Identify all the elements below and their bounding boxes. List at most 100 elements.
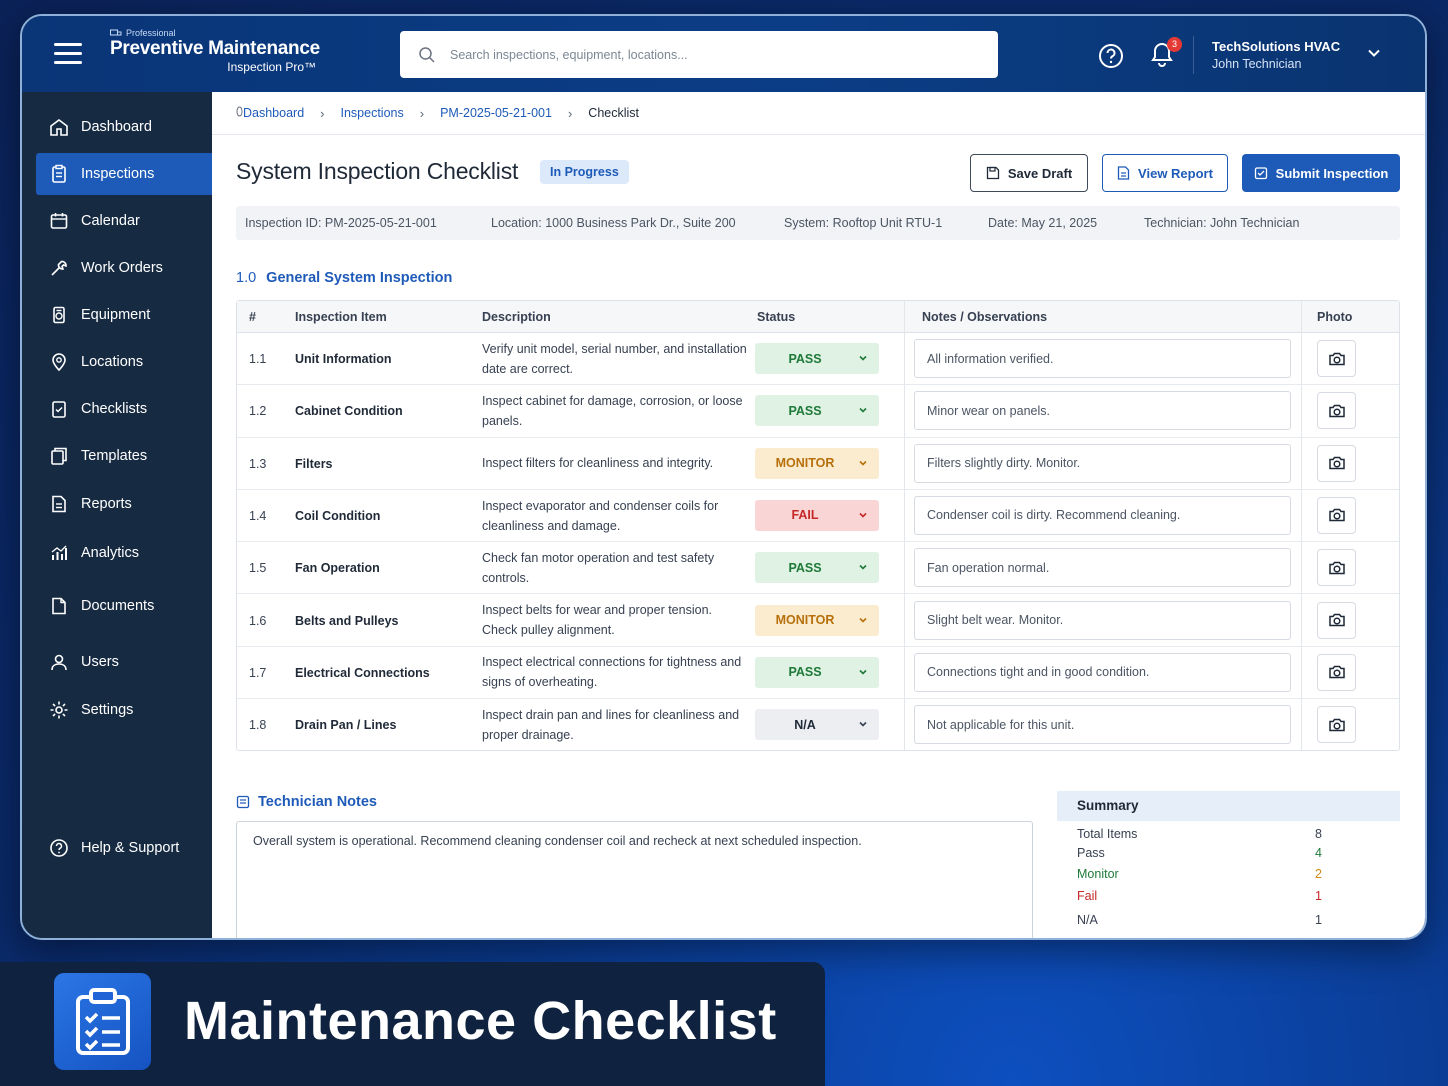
notes-input[interactable]: Not applicable for this unit. xyxy=(914,705,1291,745)
technician-notes-title: Technician Notes xyxy=(236,794,377,810)
sidebar-item-users[interactable]: Users xyxy=(36,641,212,683)
sidebar-item-help[interactable]: Help & Support xyxy=(36,827,212,869)
sidebar-item-locations[interactable]: Locations xyxy=(36,341,212,383)
inspection-info-bar: Inspection ID: PM-2025-05-21-001 Locatio… xyxy=(236,206,1400,240)
notes-input[interactable]: Slight belt wear. Monitor. xyxy=(914,600,1291,640)
sidebar-item-label: Analytics xyxy=(81,545,140,561)
camera-button[interactable] xyxy=(1317,496,1356,534)
notes-input[interactable]: Fan operation normal. xyxy=(914,548,1291,588)
sidebar-item-label: Work Orders xyxy=(81,260,163,276)
camera-button[interactable] xyxy=(1317,549,1356,587)
row-description: Inspect drain pan and lines for cleanlin… xyxy=(482,708,740,743)
feature-banner: Maintenance Checklist xyxy=(0,962,825,1086)
status-select[interactable]: PASS xyxy=(755,343,879,374)
sidebar-item-templates[interactable]: Templates xyxy=(36,435,212,477)
technician-notes-textarea[interactable]: Overall system is operational. Recommend… xyxy=(236,821,1033,938)
col-header-item: Inspection Item xyxy=(295,310,387,324)
sidebar-item-checklists[interactable]: Checklists xyxy=(36,388,212,430)
divider xyxy=(1193,36,1194,74)
table-row: 1.6 Belts and Pulleys Inspect belts for we… xyxy=(237,595,1399,647)
sidebar-item-documents[interactable]: Documents xyxy=(36,585,212,627)
sidebar-item-reports[interactable]: Reports xyxy=(36,483,212,525)
chevron-down-icon[interactable] xyxy=(1367,46,1381,60)
col-header-desc: Description xyxy=(482,310,551,324)
sidebar-item-equipment[interactable]: Equipment xyxy=(36,294,212,336)
notes-input[interactable]: Minor wear on panels. xyxy=(914,391,1291,431)
submit-inspection-label: Submit Inspection xyxy=(1275,165,1389,181)
sidebar-item-label: Calendar xyxy=(81,213,140,229)
sidebar-item-analytics[interactable]: Analytics xyxy=(36,532,212,574)
sidebar-item-inspections[interactable]: Inspections xyxy=(36,153,212,195)
row-item: Filters xyxy=(295,456,333,471)
sidebar-item-label: Equipment xyxy=(81,307,151,323)
camera-button[interactable] xyxy=(1317,340,1356,377)
row-number: 1.5 xyxy=(249,561,267,576)
row-item: Belts and Pulleys xyxy=(295,613,399,628)
camera-button[interactable] xyxy=(1317,601,1356,639)
view-report-button[interactable]: View Report xyxy=(1102,154,1228,192)
col-header-notes: Notes / Observations xyxy=(922,310,1048,324)
brand-title: Preventive Maintenance xyxy=(110,38,320,59)
summary-value: 4 xyxy=(1315,846,1322,860)
summary-label: Fail xyxy=(1077,889,1098,903)
section-title: 1.0 General System Inspection xyxy=(236,270,452,286)
menu-icon[interactable] xyxy=(54,43,82,65)
row-item: Drain Pan / Lines xyxy=(295,718,397,733)
section-name: General System Inspection xyxy=(266,270,453,286)
status-select[interactable]: FAIL xyxy=(755,499,879,531)
breadcrumb-inspections[interactable]: Inspections xyxy=(341,106,404,120)
breadcrumb-separator-icon: › xyxy=(320,105,325,121)
search-input[interactable]: Search inspections, equipment, locations… xyxy=(400,31,998,78)
notes-input[interactable]: Filters slightly dirty. Monitor. xyxy=(914,443,1291,483)
notes-input[interactable]: Condenser coil is dirty. Recommend clean… xyxy=(914,495,1291,535)
camera-button[interactable] xyxy=(1317,653,1356,691)
status-select[interactable]: PASS xyxy=(755,656,879,688)
col-header-photo: Photo xyxy=(1317,310,1353,324)
search-placeholder: Search inspections, equipment, locations… xyxy=(450,47,688,62)
clipboard-icon xyxy=(48,163,70,185)
summary-value: 1 xyxy=(1315,889,1322,903)
help-icon[interactable] xyxy=(1098,43,1124,69)
status-select[interactable]: MONITOR xyxy=(755,447,879,479)
table-row: 1.7 Electrical Connections Inspect electri… xyxy=(237,647,1399,700)
status-badge: In Progress xyxy=(540,160,629,184)
col-header-num: # xyxy=(249,310,256,324)
camera-button[interactable] xyxy=(1317,444,1356,482)
camera-icon xyxy=(1328,613,1345,627)
sidebar-item-dashboard[interactable]: Dashboard xyxy=(36,106,212,148)
status-value: PASS xyxy=(788,665,822,680)
status-select[interactable]: MONITOR xyxy=(755,604,879,636)
sidebar-item-settings[interactable]: Settings xyxy=(36,689,212,731)
breadcrumb-inspection-id[interactable]: PM-2025-05-21-001 xyxy=(440,106,552,120)
sidebar-item-work-orders[interactable]: Work Orders xyxy=(36,247,212,289)
notes-input[interactable]: All information verified. xyxy=(914,339,1291,378)
breadcrumb-dashboard[interactable]: Dashboard xyxy=(236,106,304,120)
home-icon xyxy=(48,116,70,138)
sidebar-item-label: Documents xyxy=(81,598,155,614)
camera-button[interactable] xyxy=(1317,392,1356,430)
table-row: 1.3 Filters Inspect filters for cleanlines… xyxy=(237,438,1399,490)
camera-icon xyxy=(1328,352,1345,365)
row-number: 1.3 xyxy=(249,456,267,471)
breadcrumb-current: Checklist xyxy=(588,106,640,120)
main-content: Dashboard › Inspections › PM-2025-05-21-… xyxy=(212,92,1425,938)
row-description: Inspect cabinet for damage, corrosion, o… xyxy=(482,393,743,428)
status-select[interactable]: PASS xyxy=(755,552,879,584)
sidebar-item-label: Settings xyxy=(81,702,134,718)
status-select[interactable]: PASS xyxy=(755,395,879,427)
save-draft-button[interactable]: Save Draft xyxy=(970,154,1088,192)
camera-button[interactable] xyxy=(1317,706,1356,744)
row-item: Unit Information xyxy=(295,352,392,366)
table-row: 1.8 Drain Pan / Lines Inspect drain pan an… xyxy=(237,699,1399,751)
camera-icon xyxy=(1328,456,1345,470)
table-header: # Inspection Item Description Status Not… xyxy=(237,301,1399,333)
status-select[interactable]: N/A xyxy=(755,709,879,741)
status-value: MONITOR xyxy=(775,613,835,627)
checklist-icon xyxy=(48,398,70,420)
chevron-down-icon xyxy=(859,617,867,623)
notes-input[interactable]: Connections tight and in good condition. xyxy=(914,652,1291,692)
submit-inspection-button[interactable]: Submit Inspection xyxy=(1242,154,1400,192)
summary-label: N/A xyxy=(1077,913,1098,927)
sidebar-item-calendar[interactable]: Calendar xyxy=(36,200,212,242)
user-menu[interactable]: TechSolutions HVAC John Technician xyxy=(1212,38,1340,74)
